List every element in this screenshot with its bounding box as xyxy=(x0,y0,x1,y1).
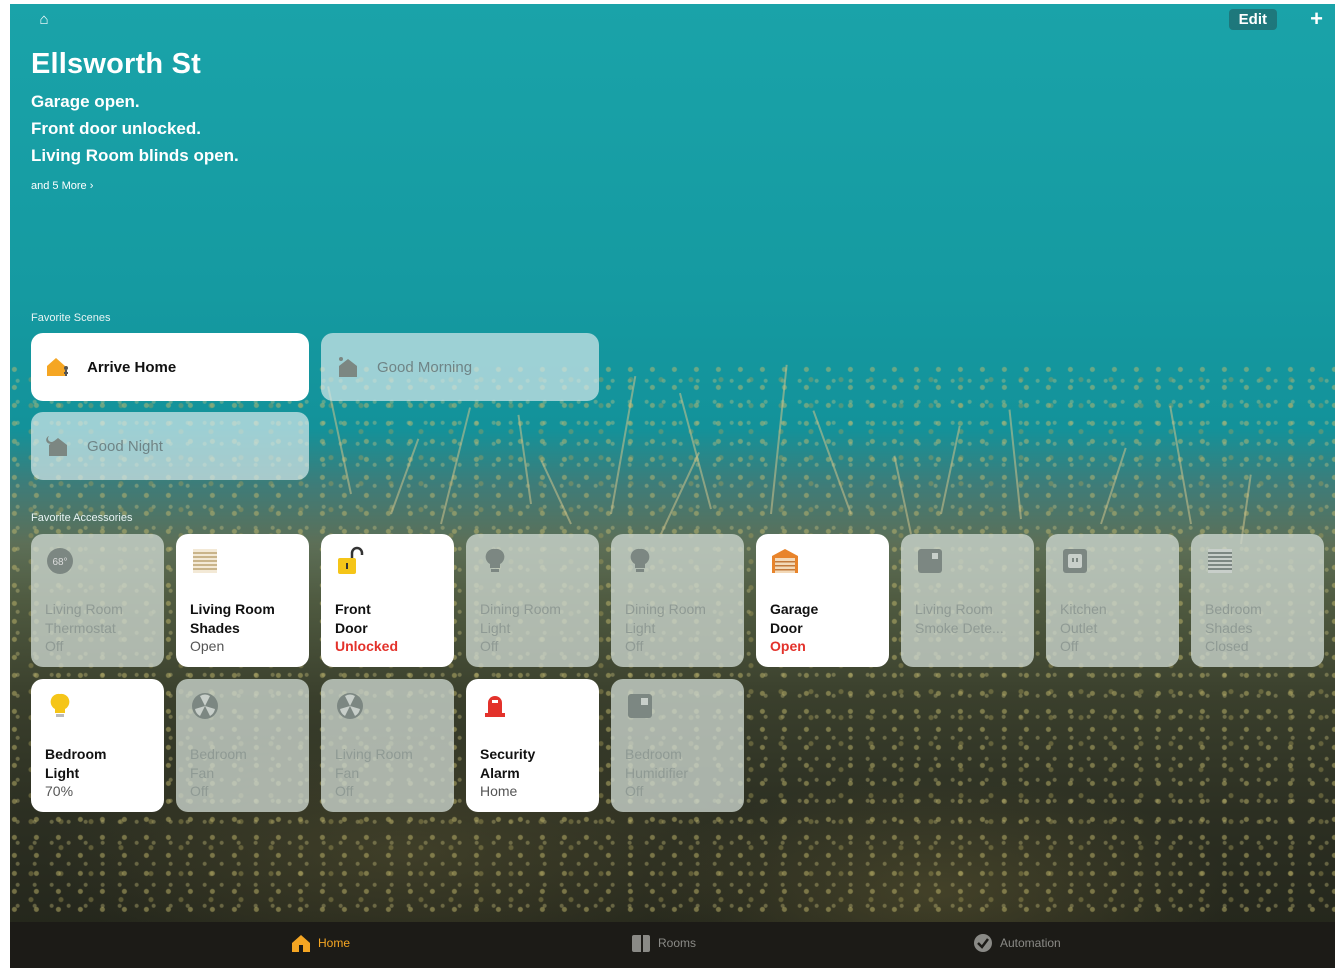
good-night-icon xyxy=(45,433,71,459)
accessory-status: Off xyxy=(1060,638,1079,654)
status-line: Garage open. xyxy=(31,92,140,111)
accessory-tile[interactable]: Living Room Fan Off xyxy=(321,679,454,812)
accessory-status: Off xyxy=(335,783,354,799)
accessory-tile[interactable]: Bedroom Fan Off xyxy=(176,679,309,812)
tab-bar: Home Rooms Automation xyxy=(10,922,1335,968)
accessory-name: Garage Door xyxy=(770,601,819,636)
accessory-status: 70% xyxy=(45,783,74,799)
tab-home[interactable]: Home xyxy=(290,932,350,954)
accessory-name: Bedroom Fan xyxy=(190,746,247,781)
scene-label: Good Morning xyxy=(377,358,473,376)
accessory-tile[interactable]: Security Alarm Home xyxy=(466,679,599,812)
lock-icon xyxy=(335,546,365,576)
accessory-tile[interactable]: Bedroom Light 70% xyxy=(31,679,164,812)
accessory-status: Off xyxy=(190,783,209,799)
home-screen: ⌂ Edit + Ellsworth St Garage open. Front… xyxy=(10,4,1335,968)
svg-text:68°: 68° xyxy=(52,557,67,568)
bulb-icon xyxy=(625,546,655,576)
accessory-tile[interactable]: Living Room Shades Open xyxy=(176,534,309,667)
accessory-tile[interactable]: Dining Room Light Off xyxy=(466,534,599,667)
accessory-name: Bedroom Shades xyxy=(1205,601,1262,636)
add-button[interactable]: + xyxy=(1310,6,1323,32)
smoke-detector-icon xyxy=(915,546,945,576)
accessory-tile[interactable]: Living Room Smoke Dete... xyxy=(901,534,1034,667)
home-tab-icon xyxy=(292,935,310,952)
status-line: Front door unlocked. xyxy=(31,119,201,138)
accessory-tile[interactable]: Garage Door Open xyxy=(756,534,889,667)
accessory-status: Open xyxy=(770,638,806,654)
rooms-tab-icon xyxy=(632,935,650,952)
tab-label: Rooms xyxy=(658,936,697,950)
accessory-tile[interactable]: Front Door Unlocked xyxy=(321,534,454,667)
accessory-status: Off xyxy=(480,638,499,654)
accessories-section-label: Favorite Accessories xyxy=(31,512,133,524)
good-morning-icon xyxy=(335,354,361,380)
accessory-name: Living Room Smoke Dete... xyxy=(915,601,1004,636)
edit-button[interactable]: Edit xyxy=(1228,9,1277,30)
accessory-tile[interactable]: Kitchen Outlet Off xyxy=(1046,534,1179,667)
home-icon[interactable]: ⌂ xyxy=(36,12,52,28)
tab-label: Home xyxy=(318,936,351,950)
page-title: Ellsworth St xyxy=(31,48,201,80)
fan-icon xyxy=(335,691,365,721)
scene-label: Good Night xyxy=(87,437,163,455)
tab-automation[interactable]: Automation xyxy=(972,932,1061,954)
garage-door-icon xyxy=(770,546,800,576)
accessory-tile[interactable]: Bedroom Humidifier Off xyxy=(611,679,744,812)
accessory-name: Security Alarm xyxy=(480,746,536,781)
shades-icon xyxy=(190,546,220,576)
accessory-name: Dining Room Light xyxy=(625,601,706,636)
accessory-status: Closed xyxy=(1205,638,1249,654)
tab-label: Automation xyxy=(1000,936,1061,950)
accessory-status: Open xyxy=(190,638,225,654)
humidifier-icon xyxy=(625,691,655,721)
thermostat-icon: 68° xyxy=(45,546,75,576)
accessory-name: Bedroom Humidifier xyxy=(625,746,689,781)
accessory-status: Off xyxy=(45,638,64,654)
more-status-link[interactable]: and 5 More › xyxy=(31,180,93,192)
alarm-icon xyxy=(480,691,510,721)
accessory-name: Bedroom Light xyxy=(45,746,107,781)
bulb-on-icon xyxy=(45,691,75,721)
tab-rooms[interactable]: Rooms xyxy=(630,932,696,954)
accessory-name: Living Room Shades xyxy=(190,601,275,636)
scene-good-morning[interactable]: Good Morning xyxy=(321,333,599,401)
accessory-status: Off xyxy=(625,783,644,799)
accessory-status: Home xyxy=(480,783,518,799)
shades-icon xyxy=(1205,546,1235,576)
accessory-name: Living Room Fan xyxy=(335,746,413,781)
accessory-name: Kitchen Outlet xyxy=(1060,601,1107,636)
accessory-status: Unlocked xyxy=(335,638,399,654)
automation-tab-icon xyxy=(974,934,992,952)
accessory-name: Living Room Thermostat xyxy=(45,601,123,636)
accessory-tile[interactable]: Dining Room Light Off xyxy=(611,534,744,667)
accessory-status: Off xyxy=(625,638,644,654)
accessory-tile[interactable]: Bedroom Shades Closed xyxy=(1191,534,1324,667)
arrive-home-icon xyxy=(45,354,71,380)
scene-good-night[interactable]: Good Night xyxy=(31,412,309,480)
bulb-icon xyxy=(480,546,510,576)
accessory-name: Dining Room Light xyxy=(480,601,561,636)
fan-icon xyxy=(190,691,220,721)
scenes-section-label: Favorite Scenes xyxy=(31,312,111,324)
scene-arrive-home[interactable]: Arrive Home xyxy=(31,333,309,401)
accessory-name: Front Door xyxy=(335,601,371,636)
status-line: Living Room blinds open. xyxy=(31,146,239,165)
outlet-icon xyxy=(1060,546,1090,576)
accessory-tile[interactable]: 68° Living Room Thermostat Off xyxy=(31,534,164,667)
scene-label: Arrive Home xyxy=(87,358,177,376)
